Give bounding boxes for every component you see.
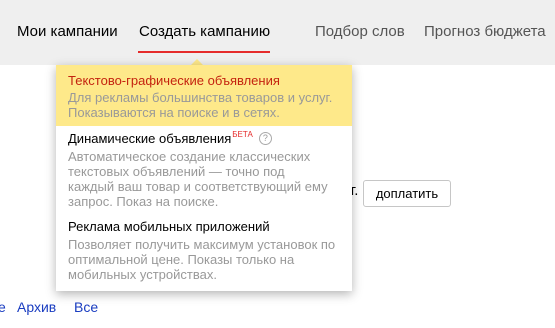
dropdown-item-dynamic-ads[interactable]: Динамические объявленияБЕТА? Автоматичес… — [56, 126, 352, 209]
pay-button[interactable]: доплатить — [363, 180, 451, 207]
create-campaign-dropdown: Текстово-графические объявления Для рекл… — [56, 65, 352, 291]
top-navigation-bar: Мои кампании Создать кампанию Подбор сло… — [0, 0, 555, 65]
dropdown-item-title: Текстово-графические объявления — [68, 73, 280, 88]
bottom-link-partial[interactable]: е — [0, 299, 6, 315]
dropdown-item-title: Динамические объявленияБЕТА? — [68, 130, 272, 146]
dropdown-item-description-line: Автоматическое создание классических — [68, 149, 311, 164]
bottom-link-archive[interactable]: Архив — [17, 299, 56, 315]
tab-budget-forecast[interactable]: Прогноз бюджета — [424, 23, 546, 40]
dropdown-item-description-line: Показываются на поиске и в сетях. — [68, 105, 280, 120]
dropdown-item-title-text: Динамические объявления — [68, 131, 232, 146]
dropdown-item-description-line: Для рекламы большинства товаров и услуг. — [68, 90, 333, 105]
tab-word-selection[interactable]: Подбор слов — [315, 23, 405, 40]
tab-create-campaign[interactable]: Создать кампанию — [139, 23, 270, 40]
dropdown-item-description-line: оптимальной цене. Показы только на — [68, 252, 295, 267]
beta-badge: БЕТА — [232, 130, 253, 139]
tab-my-campaigns[interactable]: Мои кампании — [17, 23, 118, 40]
dropdown-item-text-graphic-ads[interactable]: Текстово-графические объявления Для рекл… — [56, 65, 352, 126]
question-circle-icon[interactable]: ? — [258, 132, 272, 146]
bottom-link-all[interactable]: Все — [74, 299, 98, 315]
dropdown-item-description-line: мобильных устройствах. — [68, 267, 217, 282]
dropdown-item-title: Реклама мобильных приложений — [68, 219, 270, 234]
dropdown-item-description-line: Позволяет получить максимум установок по — [68, 237, 336, 252]
dropdown-item-description-line: каждый ваш товар и соответствующий ему — [68, 179, 328, 194]
active-tab-underline — [138, 51, 270, 53]
dropdown-item-mobile-app-ads[interactable]: Реклама мобильных приложений Позволяет п… — [56, 209, 352, 291]
dropdown-item-description-line: запрос. Показ на поиске. — [68, 194, 219, 209]
dropdown-item-description-line: текстовых объявлений — точно под — [68, 164, 285, 179]
